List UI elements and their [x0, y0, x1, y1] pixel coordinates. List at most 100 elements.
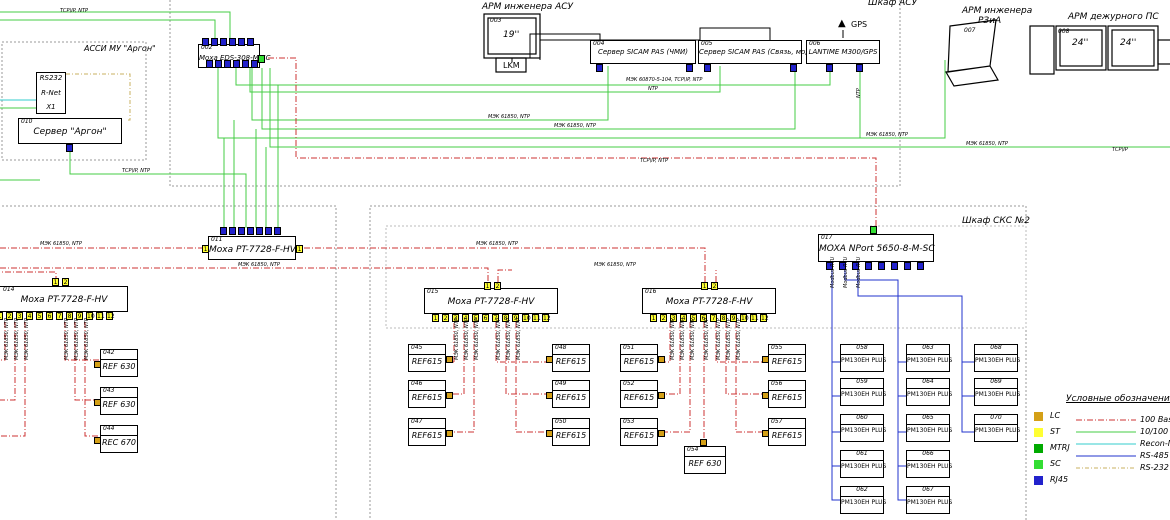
relay-box[interactable]: 045 REF615 [408, 344, 446, 372]
switch-port[interactable]: 5 [36, 312, 43, 320]
relay-box[interactable]: 049 REF615 [552, 380, 590, 408]
relay-box[interactable]: 056 REF615 [768, 380, 806, 408]
switch-port[interactable]: 11 [96, 312, 105, 320]
switch-port[interactable] [265, 227, 272, 235]
switch-port[interactable]: 1 [52, 278, 59, 286]
relay-box[interactable]: 053 REF615 [620, 418, 658, 446]
switch-port[interactable]: 1 [0, 312, 3, 320]
meter-box[interactable]: 062 PM130EH PLUS [840, 486, 886, 514]
switch-port[interactable] [891, 262, 898, 270]
switch-port[interactable] [238, 38, 245, 46]
switch-port[interactable] [856, 64, 863, 72]
switch-port[interactable] [686, 64, 693, 72]
device-label: Moxa PT-7728-F-HV [665, 297, 753, 307]
switch-port[interactable] [826, 64, 833, 72]
switch-port[interactable] [229, 227, 236, 235]
switch-port[interactable] [238, 227, 245, 235]
switch-port[interactable] [258, 55, 265, 63]
switch-port[interactable] [66, 144, 73, 152]
switch-port[interactable] [865, 262, 872, 270]
meter-box[interactable]: 059 PM130EH PLUS [840, 378, 886, 406]
meter-box[interactable]: 068 PM130EH PLUS [974, 344, 1020, 372]
relay-box[interactable]: 050 REF615 [552, 418, 590, 446]
switch-port[interactable]: 7 [56, 312, 63, 320]
switch-port[interactable] [229, 38, 236, 46]
relay-box[interactable]: 054 REF 630 [684, 446, 726, 474]
switch-port[interactable]: 11 [750, 314, 759, 322]
switch-port[interactable]: 6 [46, 312, 53, 320]
server-004[interactable]: 004 Сервер SICAM PAS (ЧМИ) [590, 40, 696, 64]
switch-port[interactable]: 2 [711, 282, 718, 290]
meter-number: 064 [922, 378, 934, 385]
switch-port[interactable] [917, 262, 924, 270]
relay-box[interactable]: 046 REF615 [408, 380, 446, 408]
switch-port[interactable]: 12 [106, 312, 115, 320]
switch-port[interactable] [206, 60, 213, 68]
device-number: 016 [645, 288, 657, 295]
switch-port[interactable] [274, 227, 281, 235]
switch-port[interactable]: 1 [484, 282, 491, 290]
meter-label: PM130EH PLUS [975, 427, 1021, 434]
meter-box[interactable]: 061 PM130EH PLUS [840, 450, 886, 478]
switch-015[interactable]: 015 Moxa PT-7728-F-HV [424, 288, 558, 314]
relay-box[interactable]: 044 REC 670 [100, 425, 138, 453]
time-server-006[interactable]: 006 LANTIME M300/GPS [806, 40, 880, 64]
relay-box[interactable]: 043 REF 630 [100, 387, 138, 415]
switch-011[interactable]: 011 Moxa PT-7728-F-HV [208, 236, 296, 260]
relay-number: 047 [411, 418, 423, 425]
switch-014[interactable]: 014 Moxa PT-7728-F-HV [0, 286, 128, 312]
switch-016[interactable]: 016 Moxa PT-7728-F-HV [642, 288, 776, 314]
switch-port[interactable] [596, 64, 603, 72]
switch-port[interactable]: 12 [760, 314, 769, 322]
switch-port[interactable] [224, 60, 231, 68]
switch-port[interactable] [790, 64, 797, 72]
relay-box[interactable]: 047 REF615 [408, 418, 446, 446]
switch-port[interactable] [242, 60, 249, 68]
meter-box[interactable]: 058 PM130EH PLUS [840, 344, 886, 372]
switch-port[interactable] [251, 60, 258, 68]
switch-port[interactable]: 2 [494, 282, 501, 290]
server-argon-010[interactable]: 010 Сервер "Аргон" [18, 118, 122, 144]
meter-box[interactable]: 065 PM130EH PLUS [906, 414, 952, 442]
switch-port[interactable]: 1 [650, 314, 657, 322]
server-005[interactable]: 005 Сервер SICAM PAS (Связь, модуль) [698, 40, 826, 64]
relay-box[interactable]: 048 REF615 [552, 344, 590, 372]
switch-port[interactable] [202, 38, 209, 46]
relay-box[interactable]: 057 REF615 [768, 418, 806, 446]
switch-port[interactable] [233, 60, 240, 68]
switch-port[interactable] [220, 38, 227, 46]
switch-port[interactable]: 1 [296, 245, 303, 253]
switch-port[interactable] [878, 262, 885, 270]
switch-port[interactable] [215, 60, 222, 68]
switch-port[interactable] [870, 226, 877, 234]
meter-box[interactable]: 060 PM130EH PLUS [840, 414, 886, 442]
switch-port[interactable]: 1 [202, 245, 209, 253]
switch-port[interactable]: 2 [660, 314, 667, 322]
switch-port[interactable] [904, 262, 911, 270]
switch-port[interactable]: 6 [482, 314, 489, 322]
meter-box[interactable]: 067 PM130EH PLUS [906, 486, 952, 514]
switch-port[interactable]: 10 [522, 314, 531, 322]
switch-port[interactable] [247, 227, 254, 235]
relay-box[interactable]: 055 REF615 [768, 344, 806, 372]
meter-box[interactable]: 069 PM130EH PLUS [974, 378, 1020, 406]
switch-port[interactable] [704, 64, 711, 72]
switch-port[interactable] [256, 227, 263, 235]
switch-port[interactable]: 11 [532, 314, 541, 322]
relay-number: 055 [771, 344, 783, 351]
switch-port[interactable]: 2 [62, 278, 69, 286]
meter-box[interactable]: 063 PM130EH PLUS [906, 344, 952, 372]
relay-box[interactable]: 042 REF 630 [100, 349, 138, 377]
switch-port[interactable] [220, 227, 227, 235]
relay-box[interactable]: 052 REF615 [620, 380, 658, 408]
relay-box[interactable]: 051 REF615 [620, 344, 658, 372]
switch-port[interactable]: 1 [701, 282, 708, 290]
switch-port[interactable]: 12 [542, 314, 551, 322]
switch-port[interactable] [211, 38, 218, 46]
switch-port[interactable] [247, 38, 254, 46]
switch-port[interactable]: 2 [442, 314, 449, 322]
meter-box[interactable]: 064 PM130EH PLUS [906, 378, 952, 406]
switch-port[interactable]: 1 [432, 314, 439, 322]
meter-box[interactable]: 066 PM130EH PLUS [906, 450, 952, 478]
meter-box[interactable]: 070 PM130EH PLUS [974, 414, 1021, 442]
